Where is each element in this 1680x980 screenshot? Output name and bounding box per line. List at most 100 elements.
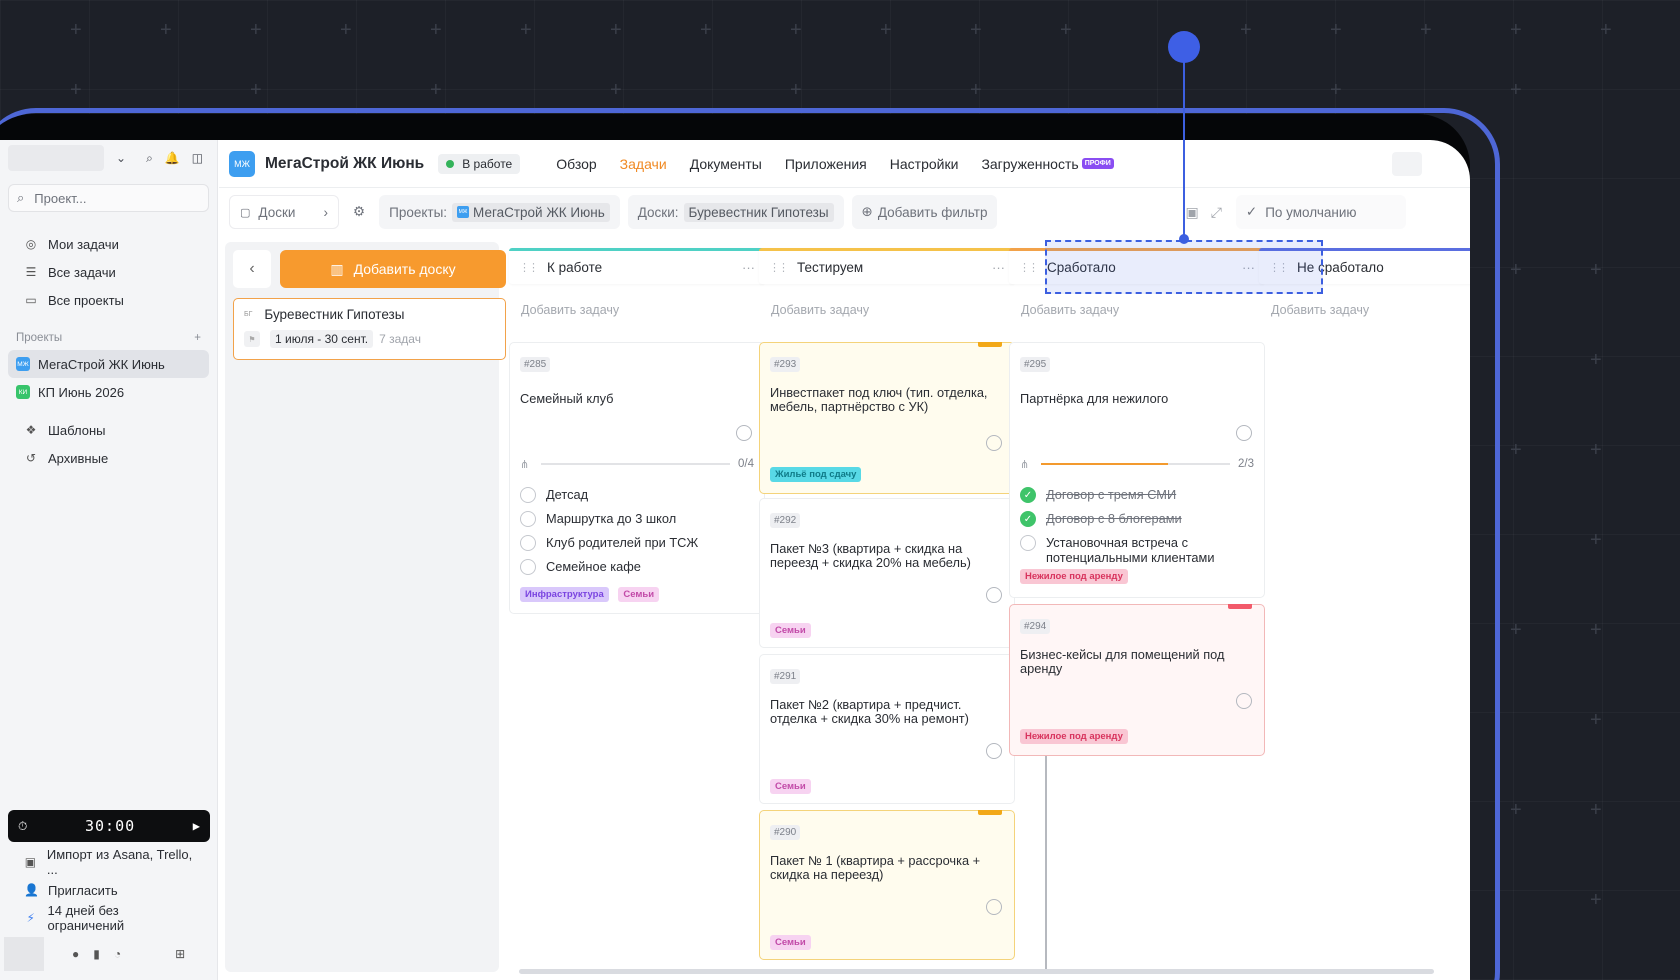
checkbox[interactable]	[520, 559, 536, 575]
tab-settings[interactable]: Настройки	[890, 156, 959, 172]
task-card-285[interactable]: #285 Семейный клуб ⋔ 0/4 Детсад Маршрутк…	[509, 342, 765, 614]
add-task-input[interactable]: Добавить задачу	[759, 292, 1015, 328]
bell-icon[interactable]: 🔔	[165, 151, 180, 165]
templates-icon: ❖	[25, 423, 37, 437]
subtask-item[interactable]: Клуб родителей при ТСЖ	[520, 535, 698, 551]
project-badge: МЖ	[457, 206, 470, 218]
sidebar: ⌄ ⌕ 🔔 ◫ ⌕ Проект... ◎ Мои задачи ☰ Все з…	[0, 140, 218, 980]
board-title: Буревестник Гипотезы	[264, 307, 405, 322]
complete-toggle[interactable]	[986, 435, 1002, 451]
checkbox[interactable]	[520, 511, 536, 527]
import-link[interactable]: ▣ Импорт из Asana, Trello, ...	[8, 847, 210, 877]
add-board-button[interactable]: ▥ Добавить доску	[280, 250, 506, 288]
tag: Нежилое под аренду	[1020, 729, 1128, 744]
project-search-input[interactable]: ⌕ Проект...	[8, 184, 209, 212]
view-preset-select[interactable]: ✓ По умолчанию	[1235, 195, 1406, 229]
sidebar-item-archive[interactable]: ↺ Архивные	[8, 444, 209, 472]
sidebar-toggle-icon[interactable]: ◫	[192, 151, 203, 165]
column-header[interactable]: ⋮⋮ К работе ···	[509, 248, 765, 284]
timer-widget[interactable]: ⏱ 30:00 ▶	[8, 810, 210, 842]
invite-link[interactable]: 👤 Пригласить	[8, 876, 210, 904]
flag-icon: ⚑	[244, 331, 260, 347]
progress-fill	[1041, 463, 1168, 465]
tab-overview[interactable]: Обзор	[556, 156, 596, 172]
boards-breadcrumb[interactable]: ▢ Доски ›	[229, 195, 339, 229]
task-title: Бизнес-кейсы для помещений под аренду	[1020, 647, 1225, 676]
check-icon[interactable]: ●	[72, 947, 79, 961]
complete-toggle[interactable]	[1236, 425, 1252, 441]
horizontal-scrollbar[interactable]	[519, 969, 1434, 974]
expand-icon[interactable]: ⤢	[1211, 204, 1222, 221]
subtask-item[interactable]: Семейное кафе	[520, 559, 641, 575]
add-project-icon[interactable]: +	[194, 332, 201, 344]
list-icon: ☰	[25, 265, 37, 279]
chevron-left-icon[interactable]: ‹	[233, 250, 271, 288]
drag-handle-icon[interactable]: ⋮⋮	[519, 261, 539, 274]
tab-documents[interactable]: Документы	[690, 156, 762, 172]
task-card-295[interactable]: #295 Партнёрка для нежилого ⋔ 2/3 ✓ Догов…	[1009, 342, 1265, 598]
task-number: #293	[770, 357, 801, 372]
task-number: #292	[770, 513, 801, 528]
add-task-input[interactable]: Добавить задачу	[1009, 292, 1265, 328]
sidebar-item-all-tasks[interactable]: ☰ Все задачи	[8, 258, 209, 286]
projects-section-label: Проекты	[16, 332, 63, 344]
subtask-item[interactable]: Установочная встреча с потенциальными кл…	[1020, 535, 1240, 565]
tab-tasks[interactable]: Задачи	[620, 156, 667, 172]
complete-toggle[interactable]	[986, 899, 1002, 915]
add-task-input[interactable]: Добавить задачу	[509, 292, 765, 328]
filter-projects[interactable]: Проекты: МЖ МегаСтрой ЖК Июнь	[379, 195, 620, 229]
subtask-item[interactable]: ✓ Договор с 8 блогерами	[1020, 511, 1182, 527]
task-title: Инвестпакет под ключ (тип. отделка, мебе…	[770, 385, 988, 414]
check-icon[interactable]: ✓	[1020, 487, 1036, 503]
task-title: Партнёрка для нежилого	[1020, 391, 1169, 406]
callout-anchor	[1179, 234, 1189, 244]
sidebar-item-templates[interactable]: ❖ Шаблоны	[8, 416, 209, 444]
board-task-count: 7 задач	[379, 332, 421, 346]
add-filter-button[interactable]: ⊕ Добавить фильтр	[851, 195, 998, 229]
save-view-icon[interactable]: ▣	[1185, 204, 1198, 221]
board-card[interactable]: БГ Буревестник Гипотезы ⚑ 1 июля - 30 се…	[233, 298, 506, 360]
grid-icon[interactable]: ⊞	[175, 947, 185, 961]
document-icon[interactable]: ▮	[93, 947, 100, 961]
status-badge[interactable]: В работе	[438, 153, 521, 174]
check-icon[interactable]: ✓	[1020, 511, 1036, 527]
task-card-293[interactable]: #293 Инвестпакет под ключ (тип. отделка,…	[759, 342, 1015, 494]
task-card-294[interactable]: #294 Бизнес-кейсы для помещений под арен…	[1009, 604, 1265, 756]
checkbox[interactable]	[1020, 535, 1036, 551]
search-icon[interactable]: ⌕	[146, 151, 153, 166]
pie-icon[interactable]: ◔	[114, 947, 121, 961]
checkbox[interactable]	[520, 535, 536, 551]
subtask-item[interactable]: Маршрутка до 3 школ	[520, 511, 676, 527]
add-task-input[interactable]: Добавить задачу	[1259, 292, 1470, 328]
tab-workload[interactable]: Загруженность ПРОФИ	[981, 156, 1114, 172]
filter-settings-icon[interactable]: ⚙	[347, 195, 372, 229]
sidebar-project-megastroy[interactable]: МЖ МегаСтрой ЖК Июнь	[8, 350, 209, 378]
tab-apps[interactable]: Приложения	[785, 156, 867, 172]
filter-boards[interactable]: Доски: Буревестник Гипотезы	[627, 195, 844, 229]
header-action-placeholder[interactable]	[1392, 152, 1422, 176]
complete-toggle[interactable]	[986, 743, 1002, 759]
complete-toggle[interactable]	[986, 587, 1002, 603]
sidebar-item-all-projects[interactable]: ▭ Все проекты	[8, 286, 209, 314]
drag-handle-icon[interactable]: ⋮⋮	[769, 261, 789, 274]
play-icon[interactable]: ▶	[193, 819, 200, 833]
chevron-down-icon[interactable]: ⌄	[116, 151, 126, 165]
task-card-291[interactable]: #291 Пакет №2 (квартира + предчист. отде…	[759, 654, 1015, 804]
workspace-selector[interactable]	[8, 145, 104, 171]
subtask-item[interactable]: ✓ Договор с тремя СМИ	[1020, 487, 1176, 503]
more-icon[interactable]: ···	[742, 260, 755, 275]
sidebar-item-my-tasks[interactable]: ◎ Мои задачи	[8, 230, 209, 258]
task-card-290[interactable]: #290 Пакет № 1 (квартира + рассрочка + с…	[759, 810, 1015, 960]
task-card-292[interactable]: #292 Пакет №3 (квартира + скидка на пере…	[759, 498, 1015, 648]
drag-handle-icon[interactable]: ⋮⋮	[1019, 261, 1039, 274]
trello-icon: ▣	[24, 855, 37, 869]
more-icon[interactable]: ···	[992, 260, 1005, 275]
complete-toggle[interactable]	[736, 425, 752, 441]
sidebar-project-kp[interactable]: КИ КП Июнь 2026	[8, 378, 209, 406]
complete-toggle[interactable]	[1236, 693, 1252, 709]
column-header[interactable]: ⋮⋮ Тестируем ···	[759, 248, 1015, 284]
subtask-item[interactable]: Детсад	[520, 487, 588, 503]
checkbox[interactable]	[520, 487, 536, 503]
trial-link[interactable]: ⚡ 14 дней без ограничений	[8, 903, 210, 933]
avatar[interactable]	[4, 937, 44, 971]
